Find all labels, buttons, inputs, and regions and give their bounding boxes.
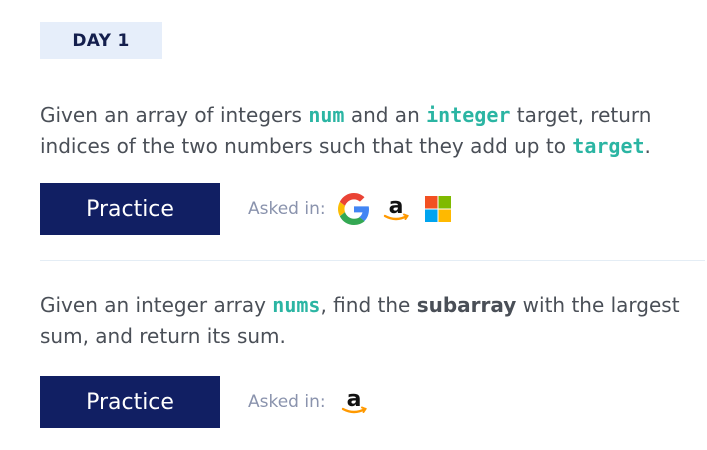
code-term: num [308,103,345,127]
problem-2: Given an integer array nums, find the su… [40,290,700,352]
problem-1: Given an array of integers num and an in… [40,100,700,162]
amazon-logo-icon: a [383,194,409,221]
text-segment: Given an integer array [40,293,273,317]
day-badge: DAY 1 [40,22,162,59]
google-logo-icon [337,193,369,225]
code-term: nums [272,293,321,317]
problem-2-text: Given an integer array nums, find the su… [40,290,700,352]
text-segment: Given an array of integers [40,103,309,127]
asked-in-label: Asked in: [248,199,326,219]
amazon-logo-icon: a [341,387,367,414]
text-segment: and an [344,103,427,127]
code-term: target [572,134,645,158]
code-term: integer [426,103,511,127]
emphasis-term: subarray [416,293,517,317]
problem-1-actions: Practice Asked in: a [40,183,464,235]
divider [40,260,705,261]
practice-button[interactable]: Practice [40,183,220,235]
problem-2-actions: Practice Asked in: a [40,376,380,428]
microsoft-logo-icon [424,196,451,222]
practice-button[interactable]: Practice [40,376,220,428]
text-segment: , find the [320,293,417,317]
text-segment: . [644,134,651,158]
svg-text:a: a [346,387,361,412]
svg-text:a: a [388,194,403,219]
problem-1-text: Given an array of integers num and an in… [40,100,700,162]
asked-in-label: Asked in: [248,392,326,412]
